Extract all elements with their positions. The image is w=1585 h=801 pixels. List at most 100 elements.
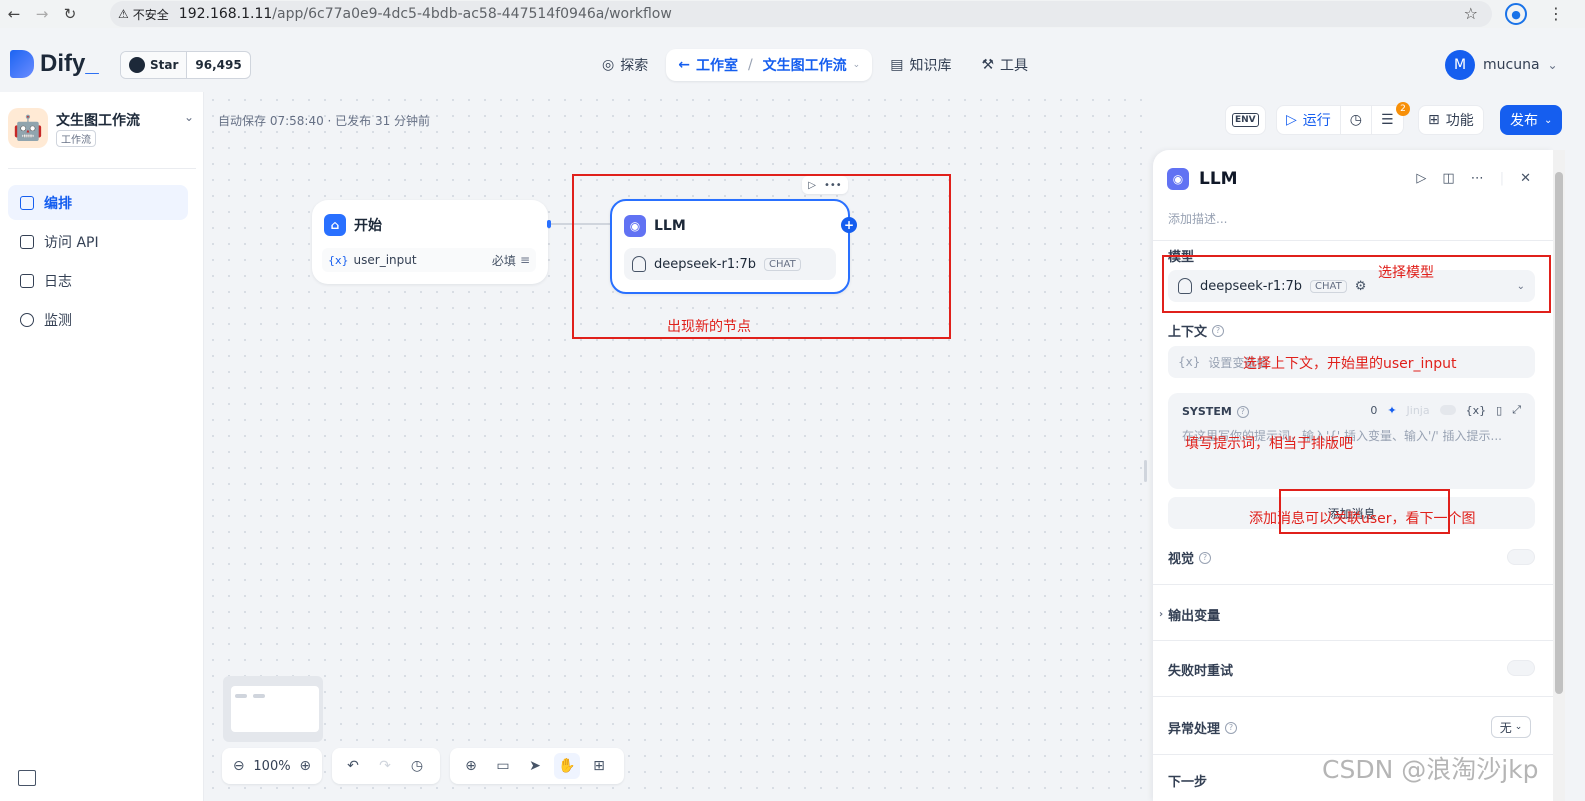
insecure-indicator[interactable]: ⚠ 不安全 <box>118 6 179 23</box>
dify-logo[interactable]: Dify_ <box>10 50 99 78</box>
annotation-add-message: 添加消息可以关联user，看下一个图 <box>1249 511 1476 527</box>
more-icon[interactable]: ⋯ <box>1471 171 1484 186</box>
pointer-icon[interactable]: ➤ <box>522 753 548 779</box>
hand-icon[interactable]: ✋ <box>554 753 580 779</box>
sidebar-item-monitor[interactable]: 监测 <box>8 302 188 337</box>
sidebar-collapse-icon[interactable] <box>18 770 36 786</box>
publish-button[interactable]: 发布 ⌄ <box>1500 105 1563 135</box>
features-group: ⊞ 功能 <box>1418 105 1484 135</box>
panel-resize-handle[interactable] <box>1144 460 1147 482</box>
env-button[interactable]: ENV <box>1225 105 1266 135</box>
add-node-icon[interactable]: ⊕ <box>458 753 484 779</box>
checklist-badge: 2 <box>1396 102 1410 116</box>
bookmark-star-icon[interactable]: ☆ <box>1464 4 1478 23</box>
terminal-icon <box>20 234 34 249</box>
workflow-toolbar: ENV <box>1225 105 1266 135</box>
panel-scrollbar[interactable] <box>1553 150 1565 801</box>
play-icon: ▷ <box>1286 112 1297 128</box>
user-name: mucuna <box>1483 57 1540 73</box>
retry-toggle[interactable] <box>1507 660 1535 676</box>
file-list-icon <box>20 273 34 288</box>
vision-toggle[interactable] <box>1507 549 1535 565</box>
zoom-out-icon[interactable]: ⊖ <box>230 753 247 779</box>
variable-icon[interactable]: {x} <box>1466 404 1487 417</box>
help-icon[interactable]: ? <box>1199 551 1212 564</box>
nav-tools[interactable]: ⚒ 工具 <box>969 49 1040 81</box>
annotation-fill-prompt: 填写提示词，相当于排版吧 <box>1185 436 1353 452</box>
book-open-icon[interactable]: ◫ <box>1442 171 1454 186</box>
error-handling-label: 异常处理 ? <box>1168 718 1238 737</box>
nav-explore[interactable]: ◎ 探索 <box>590 49 660 81</box>
sidebar-item-logs[interactable]: 日志 <box>8 263 188 298</box>
run-button[interactable]: ▷ 运行 <box>1276 105 1341 135</box>
expand-icon[interactable]: ⤢ <box>1512 403 1521 417</box>
history-icon[interactable]: ◷ <box>404 753 430 779</box>
sidebar-item-orchestrate[interactable]: 编排 <box>8 185 188 220</box>
play-icon[interactable]: ▷ <box>1416 171 1426 186</box>
checklist-icon: ☰ <box>1381 112 1394 128</box>
output-vars-toggle[interactable]: › 输出变量 <box>1159 605 1220 624</box>
profile-icon[interactable]: ● <box>1505 3 1527 25</box>
help-icon[interactable]: ? <box>1225 721 1238 734</box>
start-node[interactable]: ⌂ 开始 {x} user_input 必填 ≡ <box>312 200 548 284</box>
close-icon[interactable]: ✕ <box>1520 171 1531 186</box>
book-icon: ▤ <box>890 57 904 73</box>
back-icon[interactable]: ← <box>0 0 28 28</box>
layout-icon <box>20 195 34 210</box>
run-history-button[interactable]: ◷ <box>1340 105 1372 135</box>
undo-icon[interactable]: ↶ <box>340 753 366 779</box>
node-config-panel: ◉ LLM ▷ ◫ ⋯ | ✕ 添加描述... 模型 deepseek-r1:7… <box>1153 150 1553 801</box>
annotation-box-new-node <box>572 174 951 339</box>
chevron-down-icon: ⌄ <box>1547 58 1558 72</box>
compass-icon: ◎ <box>602 57 615 73</box>
variable-icon: {x} <box>328 253 349 267</box>
nav-studio[interactable]: ← 工作室 / 文生图工作流 ⌄ <box>666 49 873 81</box>
redo-icon[interactable]: ↷ <box>372 753 398 779</box>
browser-menu-icon[interactable]: ⋮ <box>1548 4 1564 23</box>
required-label: 必填 <box>491 253 516 268</box>
zoom-level[interactable]: 100% <box>253 759 290 774</box>
chevron-down-icon[interactable]: ⌄ <box>184 110 194 124</box>
divider <box>8 168 196 169</box>
chevron-down-icon: ⌄ <box>852 60 861 70</box>
forward-icon[interactable]: → <box>28 0 56 28</box>
panel-title[interactable]: LLM <box>1199 169 1238 189</box>
jinja-label: Jinja <box>1406 403 1430 417</box>
features-button[interactable]: ⊞ 功能 <box>1418 105 1484 135</box>
chevron-down-icon: ⌄ <box>1514 722 1523 732</box>
sidebar-item-api[interactable]: 访问 API <box>8 224 188 259</box>
description-input[interactable]: 添加描述... <box>1168 210 1227 227</box>
lines-icon: ≡ <box>519 253 530 267</box>
sidebar-nav: 编排 访问 API 日志 监测 <box>8 185 188 341</box>
reload-icon[interactable]: ↻ <box>56 0 84 28</box>
github-star-button[interactable]: Star 96,495 <box>120 51 251 79</box>
add-note-icon[interactable]: ▭ <box>490 753 516 779</box>
nav-knowledge[interactable]: ▤ 知识库 <box>878 49 963 81</box>
zoom-in-icon[interactable]: ⊕ <box>297 753 314 779</box>
jinja-toggle[interactable] <box>1439 405 1456 415</box>
app-header: Dify_ Star 96,495 ◎ 探索 ← 工作室 / 文生图工作流 ⌄ … <box>0 28 1585 92</box>
workflow-canvas[interactable]: 自动保存 07:58:40 · 已发布 31 分钟前 ⌂ 开始 {x} user… <box>205 92 1153 801</box>
hammer-icon: ⚒ <box>981 57 995 73</box>
zoom-controls: ⊖ 100% ⊕ <box>222 748 322 784</box>
annotation-box-model <box>1162 255 1551 313</box>
vision-label: 视觉 ? <box>1168 548 1212 567</box>
organize-icon[interactable]: ⊞ <box>586 753 612 779</box>
current-app-switcher[interactable]: 文生图工作流 <box>763 55 847 75</box>
context-label: 上下文 ? <box>1168 321 1225 340</box>
sparkle-icon[interactable]: ✦ <box>1387 404 1396 417</box>
help-icon[interactable]: ? <box>1236 405 1249 418</box>
divider: | <box>1499 171 1505 186</box>
clipboard-icon[interactable]: ▯ <box>1496 404 1502 417</box>
address-bar[interactable]: ⚠ 不安全 192.168.1.11/app/6c77a0e9-4dc5-4bd… <box>110 1 1492 27</box>
app-info[interactable]: 🤖 文生图工作流 工作流 ⌄ <box>8 108 196 152</box>
user-menu[interactable]: M mucuna ⌄ <box>1445 50 1558 80</box>
retry-label: 失败时重试 <box>1168 664 1234 679</box>
start-node-output-handle[interactable] <box>547 220 551 228</box>
panel-actions: ▷ ◫ ⋯ | ✕ <box>1416 171 1531 186</box>
error-handling-select[interactable]: 无 ⌄ <box>1491 716 1531 738</box>
chevron-right-icon: › <box>1159 609 1164 620</box>
help-icon[interactable]: ? <box>1212 324 1225 337</box>
minimap[interactable] <box>223 676 323 742</box>
avatar: M <box>1445 50 1475 80</box>
